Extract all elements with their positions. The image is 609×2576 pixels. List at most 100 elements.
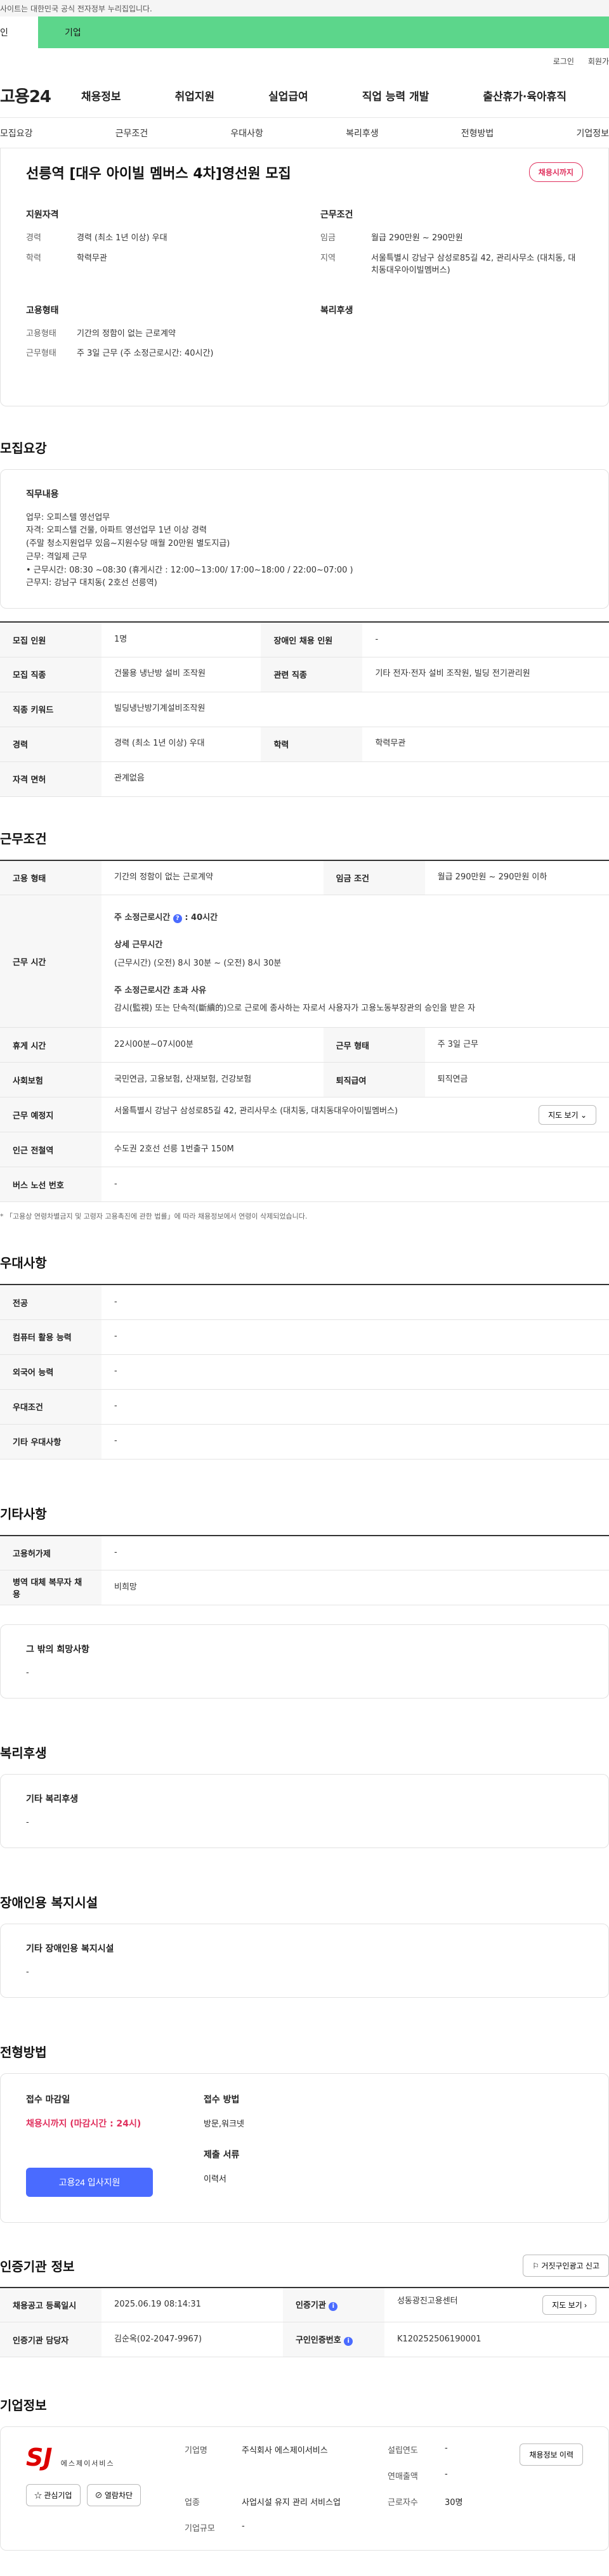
table-row: 우대조건 - bbox=[0, 1389, 609, 1425]
table-header: 휴게 시간 bbox=[0, 1027, 102, 1063]
favorite-label: 관심기업 bbox=[44, 2491, 72, 2501]
table-header: 임금 조건 bbox=[323, 860, 425, 896]
tab-personal[interactable]: 인 bbox=[0, 16, 38, 48]
cert-header: 인증기관 정보 ⚐ 거짓구인광고 신고 bbox=[0, 2254, 609, 2277]
anchor-nav: 모집요강 근무조건 우대사항 복리후생 전형방법 기업정보 bbox=[0, 118, 609, 148]
anchor-selection[interactable]: 전형방법 bbox=[461, 127, 494, 139]
sales-label: 연매출액 bbox=[388, 2472, 418, 2482]
siren-icon: ⚐ bbox=[532, 2261, 539, 2270]
table-row: 인증기관 담당자 김순옥(02-2047-9967) 구인인증번호 i K120… bbox=[0, 2322, 609, 2358]
table-header: 병역 대체 복무자 채용 bbox=[0, 1570, 102, 1606]
table-header: 구인인증번호 i bbox=[282, 2322, 384, 2358]
table-cell: - bbox=[102, 1535, 609, 1571]
table-header: 직종 키워드 bbox=[0, 692, 102, 727]
gnb-item-employment-support[interactable]: 취업지원 bbox=[175, 87, 215, 103]
table-row: 모집 직종 건물용 냉난방 설비 조작원 관련 직종 기타 전자·전자 설비 조… bbox=[0, 657, 609, 692]
employment-block: 고용형태 고용형태 기간의 정함이 없는 근로계약 근무형태 주 3일 근무 (주 … bbox=[26, 304, 289, 368]
gnb-item-unemployment-benefit[interactable]: 실업급여 bbox=[268, 87, 308, 103]
table-row: 자격 면허 관계없음 bbox=[0, 761, 609, 797]
table-header: 인근 전철역 bbox=[0, 1132, 102, 1168]
table-row: 기타 우대사항 - bbox=[0, 1424, 609, 1460]
info-icon[interactable]: ? bbox=[173, 914, 182, 924]
welfare-heading: 복리후생 bbox=[320, 305, 353, 316]
conditions-block: 근무조건 임금 월급 290만원 ~ 290만원 지역 서울특별시 강남구 삼성로8… bbox=[320, 208, 583, 285]
util-links: 로그인 회원가 bbox=[0, 48, 609, 74]
founded-label: 설립연도 bbox=[388, 2446, 418, 2456]
block-label: 열람차단 bbox=[104, 2491, 133, 2501]
detail-hours-label: 상세 근무시간 bbox=[114, 940, 163, 950]
table-cell: 2025.06.19 08:14:31 bbox=[102, 2287, 283, 2323]
table-header: 인증기관 i bbox=[282, 2287, 384, 2323]
wage-label: 임금 bbox=[320, 233, 336, 243]
table-row: 모집 인원 1명 장애인 채용 인원 - bbox=[0, 622, 609, 657]
status-badge: 채용시까지 bbox=[528, 162, 583, 182]
excess-reason-label: 주 소정근로시간 초과 사유 bbox=[114, 985, 207, 995]
table-header: 컴퓨터 활용 능력 bbox=[0, 1319, 102, 1355]
disabled-facility-heading: 기타 장애인용 복지시설 bbox=[26, 1943, 114, 1954]
table-row: 컴퓨터 활용 능력 - bbox=[0, 1319, 609, 1355]
table-header: 고용허가제 bbox=[0, 1535, 102, 1571]
report-fake-ad-button[interactable]: ⚐ 거짓구인광고 신고 bbox=[523, 2254, 609, 2277]
emp-type-value: 기간의 정함이 없는 근로계약 bbox=[77, 328, 176, 339]
table-cell: - bbox=[102, 1319, 609, 1355]
info-icon[interactable]: i bbox=[329, 2302, 338, 2312]
weekly-hours-line: 주 소정근로시간 ? : 40시간 bbox=[114, 912, 596, 925]
gnb-item-vocational-training[interactable]: 직업 능력 개발 bbox=[362, 87, 429, 103]
table-cell: - bbox=[102, 1167, 609, 1203]
agency-value: 성동광진고용센터 bbox=[396, 2296, 458, 2306]
anchor-conditions[interactable]: 근무조건 bbox=[115, 127, 148, 139]
docs-heading: 제출 서류 bbox=[204, 2149, 240, 2160]
table-row: 사회보험 국민연금, 고용보험, 산재보험, 건강보험 퇴직급여 퇴직연금 bbox=[0, 1062, 609, 1098]
favorite-company-button[interactable]: ☆ 관심기업 bbox=[26, 2484, 81, 2507]
welfare-etc-value: - bbox=[26, 1818, 29, 1828]
table-cell: 김순옥(02-2047-9967) bbox=[102, 2322, 283, 2358]
cert-map-button[interactable]: 지도 보기 › bbox=[542, 2294, 596, 2315]
gnb-item-jobs[interactable]: 채용정보 bbox=[81, 87, 121, 103]
table-row: 병역 대체 복무자 채용 비희망 bbox=[0, 1570, 609, 1606]
company-logo-sub: 에스제이서비스 bbox=[60, 2459, 115, 2468]
table-row: 채용공고 등록일시 2025.06.19 08:14:31 인증기관 i 성동광… bbox=[0, 2287, 609, 2323]
anchor-welfare[interactable]: 복리후생 bbox=[346, 127, 379, 139]
info-icon[interactable]: i bbox=[344, 2337, 353, 2346]
preference-table: 전공 - 컴퓨터 활용 능력 - 외국어 능력 - 우대조건 - 기타 우대사항 - bbox=[0, 1284, 609, 1460]
block-view-button[interactable]: ⊘ 열람차단 bbox=[86, 2484, 141, 2507]
duty-heading: 직무내용 bbox=[26, 489, 59, 500]
wage-value: 월급 290만원 ~ 290만원 bbox=[371, 233, 463, 243]
conditions-heading: 근무조건 bbox=[320, 210, 353, 220]
company-info-grid: 기업명 주식회사 에스제이서비스 설립연도 - 연매출액 - 업종 사업시설 유… bbox=[185, 2443, 501, 2534]
anchor-recruit[interactable]: 모집요강 bbox=[0, 127, 33, 139]
employees-value: 30명 bbox=[445, 2498, 463, 2508]
login-link[interactable]: 로그인 bbox=[553, 56, 574, 74]
disabled-facility-box: 기타 장애인용 복지시설 - bbox=[0, 1923, 609, 1998]
gnb-item-parental-leave[interactable]: 출산휴가·육아휴직 bbox=[483, 87, 566, 103]
section-title-conditions: 근무조건 bbox=[0, 831, 47, 846]
table-cell: 22시00분~07시00분 bbox=[102, 1027, 324, 1063]
cert-table: 채용공고 등록일시 2025.06.19 08:14:31 인증기관 i 성동광… bbox=[0, 2286, 609, 2358]
apply-button[interactable]: 고용24 입사지원 bbox=[26, 2167, 153, 2197]
anchor-preference[interactable]: 우대사항 bbox=[230, 127, 263, 139]
table-header: 관련 직종 bbox=[261, 657, 363, 692]
location-cell: 서울특별시 강남구 삼성로85길 42, 관리사무소 (대치동, 대치동대우아이… bbox=[102, 1097, 609, 1133]
chevron-down-icon: ⌄ bbox=[580, 1110, 587, 1120]
site-logo[interactable]: 고용24 bbox=[0, 84, 81, 107]
hiring-history-button[interactable]: 채용정보 이력 bbox=[520, 2443, 583, 2466]
qualification-heading: 지원자격 bbox=[26, 210, 59, 220]
table-row: 고용 형태 기간의 정함이 없는 근로계약 임금 조건 월급 290만원 ~ 2… bbox=[0, 860, 609, 896]
star-icon: ☆ bbox=[34, 2491, 43, 2501]
table-header: 모집 인원 bbox=[0, 622, 102, 657]
anchor-company[interactable]: 기업정보 bbox=[576, 127, 609, 139]
deadline-col: 접수 마감일 채용시까지 (마감시간 : 24시) 고용24 입사지원 bbox=[26, 2093, 204, 2197]
report-button-label: 거짓구인광고 신고 bbox=[541, 2261, 599, 2270]
excess-reason-text: 감시(監視) 또는 단속적(斷續的)으로 근로에 종사하는 자로서 사용자가 고… bbox=[114, 1004, 476, 1014]
table-header: 모집 직종 bbox=[0, 657, 102, 692]
table-header: 근무 형태 bbox=[323, 1027, 425, 1063]
signup-link[interactable]: 회원가 bbox=[588, 56, 609, 74]
user-type-tabs: 인 기업 bbox=[0, 16, 609, 48]
size-label: 기업규모 bbox=[185, 2524, 215, 2534]
table-header: 우대조건 bbox=[0, 1389, 102, 1425]
tab-company[interactable]: 기업 bbox=[38, 16, 609, 48]
weekly-hours-label: 주 소정근로시간 bbox=[114, 913, 171, 923]
map-button[interactable]: 지도 보기 ⌄ bbox=[539, 1104, 596, 1125]
table-row: 외국어 능력 - bbox=[0, 1354, 609, 1390]
